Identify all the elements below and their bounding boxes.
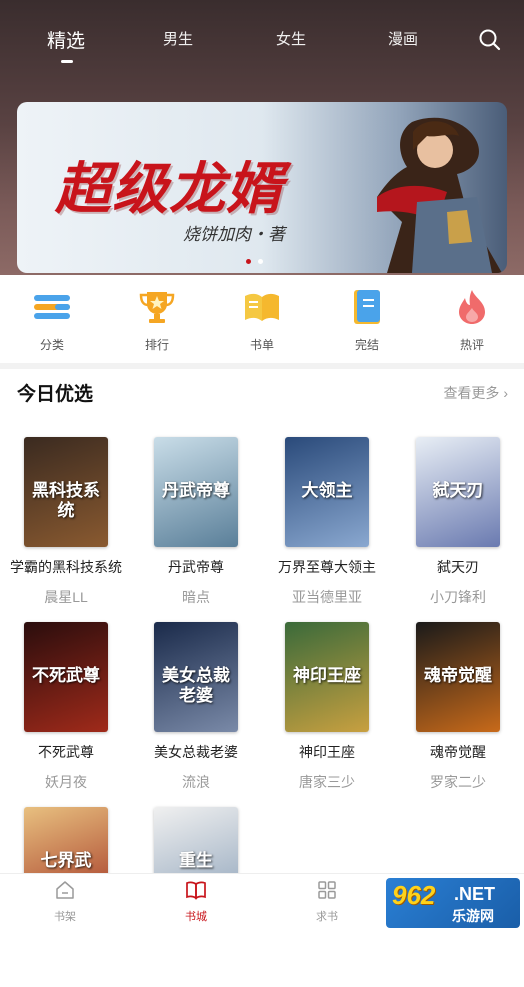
book-title: 学霸的黑科技系统 — [10, 559, 122, 575]
book-cover: 黑科技系统 — [24, 437, 108, 547]
top-tab-bar: 精选 男生 女生 漫画 — [0, 28, 524, 68]
book-author: 暗点 — [182, 589, 210, 605]
book-author: 晨星LL — [44, 589, 88, 605]
book-title: 美女总裁老婆 — [154, 744, 238, 760]
book-cover-title: 七界武 — [40, 851, 92, 870]
book-card[interactable]: 美女总裁老婆 美女总裁老婆 流浪 — [136, 622, 256, 802]
active-tab-indicator — [61, 60, 73, 63]
book-cover-title: 美女总裁老婆 — [162, 666, 230, 705]
book-author: 亚当德里亚 — [292, 589, 362, 605]
banner-character-illustration — [377, 117, 502, 273]
site-watermark-logo: 962 .NET 乐游网 — [386, 878, 520, 928]
book-cover-title: 大领主 — [301, 481, 353, 500]
book-title: 不死武尊 — [38, 744, 94, 760]
tab-female[interactable]: 女生 — [276, 28, 306, 49]
book-title: 神印王座 — [299, 744, 355, 760]
nav-label: 书城 — [185, 911, 207, 923]
promo-banner[interactable]: 超级龙婿 烧饼加肉・著 — [17, 102, 507, 273]
category-label: 排行 — [144, 338, 169, 352]
view-more-label: 查看更多 — [443, 385, 500, 401]
book-cover-title: 黑科技系统 — [32, 481, 100, 520]
banner-pagination — [246, 259, 266, 265]
category-classify[interactable]: 分类 — [12, 282, 92, 354]
book-author: 小刀锋利 — [430, 589, 486, 605]
section-divider — [0, 363, 524, 369]
nav-request-book[interactable]: 求书 — [287, 874, 367, 932]
book-title: 丹武帝尊 — [168, 559, 224, 575]
trophy-icon — [139, 292, 175, 323]
nav-bookstore[interactable]: 书城 — [156, 874, 236, 932]
book-author: 妖月夜 — [45, 774, 87, 790]
book-cover: 不死武尊 — [24, 622, 108, 732]
category-booklist[interactable]: 书单 — [222, 282, 302, 354]
nav-label: 求书 — [316, 911, 338, 923]
search-icon — [479, 29, 501, 51]
banner-title: 超级龙婿 — [55, 156, 283, 222]
grid-icon — [318, 881, 336, 899]
book-cover-title: 不死武尊 — [32, 666, 100, 685]
nav-bookshelf[interactable]: 书架 — [25, 874, 105, 932]
book-card[interactable]: 不死武尊 不死武尊 妖月夜 — [6, 622, 126, 802]
tab-featured[interactable]: 精选 — [47, 26, 85, 53]
nav-label: 书架 — [54, 911, 76, 923]
section-title: 今日优选 — [17, 384, 94, 405]
book-card[interactable]: 丹武帝尊 丹武帝尊 暗点 — [136, 437, 256, 617]
category-ranking[interactable]: 排行 — [117, 282, 197, 354]
watermark-number: 962 — [392, 880, 436, 910]
search-button[interactable] — [478, 28, 502, 52]
book-author: 罗家二少 — [430, 774, 486, 790]
banner-author: 烧饼加肉・著 — [183, 225, 285, 244]
watermark-net: .NET — [454, 884, 496, 904]
book-cover-title: 神印王座 — [293, 666, 361, 685]
book-card[interactable]: 大领主万界至尊大领主 亚当德里亚 — [267, 437, 387, 617]
list-icon — [34, 295, 70, 319]
book-author: 流浪 — [182, 774, 210, 790]
book-cover: 大领主 — [285, 437, 369, 547]
book-card[interactable]: 神印王座 神印王座 唐家三少 — [267, 622, 387, 802]
book-title: 万界至尊大领主 — [278, 559, 376, 575]
bookmark-book-icon — [354, 290, 380, 324]
book-cover: 丹武帝尊 — [154, 437, 238, 547]
category-label: 热评 — [459, 338, 484, 352]
book-cover: 弑天刃 — [416, 437, 500, 547]
category-label: 书单 — [249, 338, 274, 352]
book-cover: 魂帝觉醒 — [416, 622, 500, 732]
book-cover-title: 重生 — [179, 851, 213, 870]
book-card[interactable]: 魂帝觉醒 魂帝觉醒 罗家二少 — [398, 622, 518, 802]
book-cover: 神印王座 — [285, 622, 369, 732]
category-label: 完结 — [354, 338, 379, 352]
category-hot-reviews[interactable]: 热评 — [432, 282, 512, 354]
watermark-site-name: 乐游网 — [452, 908, 494, 924]
tab-male[interactable]: 男生 — [163, 28, 193, 49]
chevron-right-icon: › — [503, 385, 508, 401]
book-card[interactable]: 弑天刃 弑天刃 小刀锋利 — [398, 437, 518, 617]
book-title: 魂帝觉醒 — [430, 744, 486, 760]
home-icon — [56, 881, 74, 899]
book-cover-title: 魂帝觉醒 — [424, 666, 492, 685]
book-author: 唐家三少 — [299, 774, 355, 790]
book-icon — [186, 881, 206, 900]
book-cover: 美女总裁老婆 — [154, 622, 238, 732]
book-title: 弑天刃 — [437, 559, 479, 575]
tab-comics[interactable]: 漫画 — [388, 28, 418, 49]
category-label: 分类 — [39, 338, 64, 352]
open-book-icon — [245, 293, 279, 321]
pagination-dot — [258, 259, 263, 264]
book-cover-title: 弑天刃 — [432, 481, 484, 500]
flame-icon — [459, 290, 485, 324]
pagination-dot-active — [246, 259, 251, 264]
category-row: 分类 排行 书单 完结 热评 — [0, 282, 524, 362]
book-cover-title: 丹武帝尊 — [162, 481, 230, 500]
book-card[interactable]: 黑科技系统学霸的黑科技系统 晨星LL — [6, 437, 126, 617]
view-more-link[interactable]: 查看更多 › — [443, 383, 508, 403]
category-completed[interactable]: 完结 — [327, 282, 407, 354]
status-bar — [0, 0, 524, 12]
